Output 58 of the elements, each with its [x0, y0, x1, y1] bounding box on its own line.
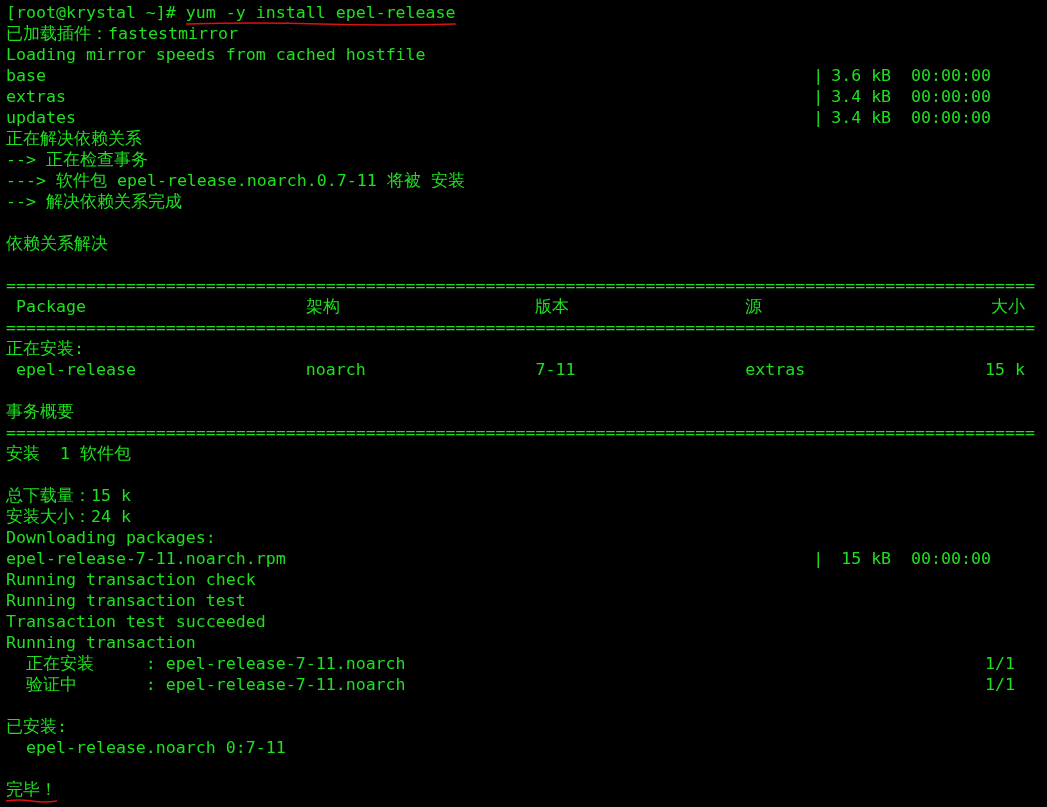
- column-separator: |: [813, 107, 825, 128]
- output-line: 正在安装:: [6, 338, 84, 359]
- column-separator: |: [813, 86, 825, 107]
- download-size: 15 kB: [840, 548, 893, 569]
- column-separator: |: [813, 548, 825, 569]
- repo-name: updates: [6, 107, 77, 128]
- output-line: ---> 软件包 epel-release.noarch.0.7-11 将被 安装: [6, 170, 465, 191]
- download-size: 3.4 kB: [831, 86, 893, 107]
- table-cell: 15 k: [985, 359, 1025, 380]
- output-line: 依赖关系解决: [6, 233, 108, 254]
- download-time: 00:00:00: [911, 107, 992, 128]
- output-line: Transaction test succeeded: [6, 611, 266, 632]
- separator-rule: =======================================================================================================: [6, 275, 1035, 296]
- output-line: 安装 1 软件包: [6, 443, 131, 464]
- shell-prompt: [root@krystal ~]#: [6, 2, 176, 23]
- output-line: --> 正在检查事务: [6, 149, 148, 170]
- package-name: : epel-release-7-11.noarch: [145, 654, 406, 673]
- table-cell: 7-11: [535, 360, 576, 379]
- repo-name: epel-release-7-11.noarch.rpm: [6, 548, 287, 569]
- download-time: 00:00:00: [911, 548, 992, 569]
- output-line: epel-release.noarch 0:7-11: [24, 737, 286, 758]
- download-time: 00:00:00: [911, 65, 992, 86]
- column-separator: |: [813, 65, 825, 86]
- output-line: 完毕！: [6, 779, 57, 800]
- output-line: 总下载量：15 k: [6, 485, 131, 506]
- output-line: Loading mirror speeds from cached hostfile: [6, 44, 426, 65]
- table-cell: Package: [16, 297, 86, 316]
- repo-name: base: [6, 65, 47, 86]
- output-line: 已安装:: [6, 716, 67, 737]
- table-cell: epel-release: [16, 360, 136, 379]
- separator-rule: =======================================================================================================: [6, 422, 1035, 443]
- output-line: Running transaction test: [6, 590, 246, 611]
- output-line: 已加载插件：fastestmirror: [6, 23, 238, 44]
- output-line: --> 解决依赖关系完成: [6, 191, 182, 212]
- download-size: 3.6 kB: [831, 65, 893, 86]
- separator-rule: =======================================================================================================: [6, 317, 1035, 338]
- command-text: yum -y install epel-release: [185, 2, 456, 23]
- table-cell: 源: [745, 297, 763, 316]
- package-name: : epel-release-7-11.noarch: [145, 675, 406, 694]
- output-line: Running transaction check: [6, 569, 256, 590]
- output-line: 事务概要: [6, 401, 74, 422]
- table-cell: noarch: [305, 360, 366, 379]
- download-time: 00:00:00: [911, 86, 992, 107]
- table-cell: 架构: [305, 297, 340, 316]
- step-counter: 1/1: [985, 674, 1015, 695]
- table-cell: 大小: [990, 296, 1025, 317]
- table-cell: extras: [745, 360, 806, 379]
- output-line: Downloading packages:: [6, 527, 216, 548]
- table-cell: 版本: [535, 297, 570, 316]
- output-line: Running transaction: [6, 632, 196, 653]
- step-label: 正在安装: [25, 654, 94, 673]
- step-label: 验证中: [25, 675, 77, 694]
- download-size: 3.4 kB: [831, 107, 893, 128]
- repo-name: extras: [6, 86, 67, 107]
- output-line: 安装大小：24 k: [6, 506, 131, 527]
- underline-mark: [6, 798, 57, 803]
- step-counter: 1/1: [985, 653, 1015, 674]
- output-line: 正在解决依赖关系: [6, 128, 142, 149]
